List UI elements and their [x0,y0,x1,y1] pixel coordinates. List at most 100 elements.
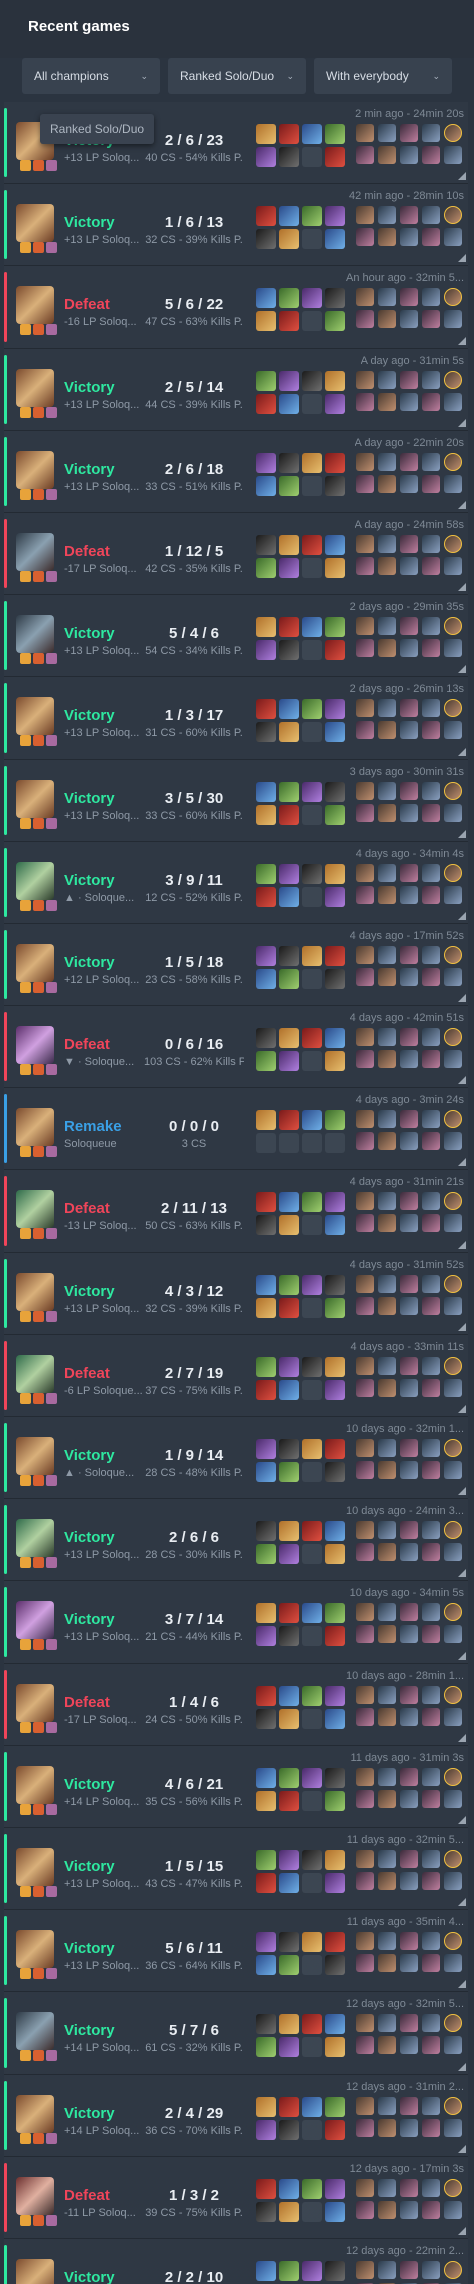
player-champion-icon[interactable] [400,2014,418,2033]
player-champion-icon[interactable] [378,885,396,904]
expand-corner-icon[interactable] [458,1898,466,1907]
player-champion-icon[interactable] [378,1274,396,1293]
player-champion-icon[interactable] [400,1378,418,1397]
player-champion-icon[interactable] [400,310,418,329]
player-champion-icon[interactable] [378,146,396,164]
player-champion-icon[interactable] [356,146,374,164]
expand-corner-icon[interactable] [458,172,466,181]
player-champion-icon[interactable] [422,370,440,389]
player-champion-icon[interactable] [444,1707,462,1726]
player-champion-icon[interactable] [444,1849,462,1868]
player-champion-icon[interactable] [356,1625,374,1644]
player-champion-icon[interactable] [378,310,396,329]
player-champion-icon[interactable] [378,2118,396,2137]
player-champion-icon[interactable] [422,1192,440,1211]
expand-corner-icon[interactable] [458,1815,466,1824]
player-champion-icon[interactable] [444,1274,462,1293]
player-champion-icon[interactable] [356,1849,374,1868]
game-row[interactable]: Victory +13 LP Soloq... 5 / 4 / 6 54 CS … [4,595,468,678]
player-champion-icon[interactable] [356,1954,374,1973]
expand-corner-icon[interactable] [458,747,466,756]
player-champion-icon[interactable] [378,392,396,411]
game-row[interactable]: Defeat -16 LP Soloq... 5 / 6 / 22 47 CS … [4,266,468,349]
player-champion-icon[interactable] [378,556,396,575]
player-champion-icon[interactable] [444,1871,462,1890]
expand-corner-icon[interactable] [458,1240,466,1249]
game-row[interactable]: Victory +14 LP Soloq... 2 / 2 / 10 30 CS… [4,2238,468,2284]
player-champion-icon[interactable] [422,288,440,307]
player-champion-icon[interactable] [444,1625,462,1644]
player-champion-icon[interactable] [400,1625,418,1644]
expand-corner-icon[interactable] [458,1733,466,1742]
player-champion-icon[interactable] [378,1028,396,1047]
player-champion-icon[interactable] [378,1214,396,1233]
player-champion-icon[interactable] [400,721,418,740]
player-champion-icon[interactable] [400,617,418,636]
player-champion-icon[interactable] [422,452,440,471]
player-champion-icon[interactable] [356,2178,374,2197]
player-champion-icon[interactable] [422,2260,440,2279]
expand-corner-icon[interactable] [458,2144,466,2153]
player-champion-icon[interactable] [444,1521,462,1540]
player-champion-icon[interactable] [422,1871,440,1890]
player-champion-icon[interactable] [422,2178,440,2197]
player-champion-icon[interactable] [444,1685,462,1704]
player-champion-icon[interactable] [422,945,440,964]
player-champion-icon[interactable] [444,1543,462,1562]
player-champion-icon[interactable] [378,1132,396,1151]
player-champion-icon[interactable] [378,617,396,636]
player-champion-icon[interactable] [422,1028,440,1047]
player-champion-icon[interactable] [422,1954,440,1973]
player-champion-icon[interactable] [356,1767,374,1786]
player-champion-icon[interactable] [356,2014,374,2033]
player-champion-icon[interactable] [444,1296,462,1315]
player-champion-icon[interactable] [444,2096,462,2115]
game-row[interactable]: Defeat -17 LP Soloq... 1 / 12 / 5 42 CS … [4,512,468,596]
player-champion-icon[interactable] [356,863,374,882]
player-champion-icon[interactable] [400,1932,418,1951]
player-champion-icon[interactable] [378,1050,396,1069]
player-champion-icon[interactable] [444,639,462,658]
player-champion-icon[interactable] [444,2178,462,2197]
player-champion-icon[interactable] [356,1274,374,1293]
player-champion-icon[interactable] [400,1685,418,1704]
player-champion-icon[interactable] [356,699,374,718]
player-champion-icon[interactable] [400,967,418,986]
player-champion-icon[interactable] [378,1871,396,1890]
game-row[interactable]: Victory +13 LP Soloq... 2 / 6 / 18 33 CS… [4,430,468,513]
player-champion-icon[interactable] [356,617,374,636]
game-row[interactable]: Victory +13 LP Soloq... 2 / 5 / 14 44 CS… [4,348,468,431]
player-champion-icon[interactable] [400,1871,418,1890]
player-champion-icon[interactable] [400,556,418,575]
player-champion-icon[interactable] [356,534,374,553]
player-champion-icon[interactable] [422,1274,440,1293]
player-champion-icon[interactable] [356,781,374,800]
player-champion-icon[interactable] [422,310,440,329]
player-champion-icon[interactable] [444,863,462,882]
expand-corner-icon[interactable] [458,829,466,838]
player-champion-icon[interactable] [378,228,396,247]
player-champion-icon[interactable] [444,474,462,493]
player-champion-icon[interactable] [400,781,418,800]
player-champion-icon[interactable] [378,1439,396,1457]
player-champion-icon[interactable] [378,452,396,471]
player-champion-icon[interactable] [444,146,462,164]
player-champion-icon[interactable] [422,1932,440,1951]
game-row[interactable]: Victory +14 LP Soloq... 5 / 7 / 6 61 CS … [4,1992,468,2075]
player-champion-icon[interactable] [400,2200,418,2219]
player-champion-icon[interactable] [444,2200,462,2219]
player-champion-icon[interactable] [356,1214,374,1233]
player-champion-icon[interactable] [422,1625,440,1644]
player-champion-icon[interactable] [422,2014,440,2033]
game-row[interactable]: Victory +12 LP Soloq... 1 / 5 / 18 23 CS… [4,923,468,1007]
player-champion-icon[interactable] [422,1543,440,1562]
expand-corner-icon[interactable] [458,583,466,592]
player-champion-icon[interactable] [378,2014,396,2033]
player-champion-icon[interactable] [378,1521,396,1540]
player-champion-icon[interactable] [356,1521,374,1540]
expand-corner-icon[interactable] [458,1487,466,1496]
player-champion-icon[interactable] [378,2200,396,2219]
player-champion-icon[interactable] [444,1028,462,1047]
player-champion-icon[interactable] [400,1954,418,1973]
player-champion-icon[interactable] [378,1543,396,1562]
